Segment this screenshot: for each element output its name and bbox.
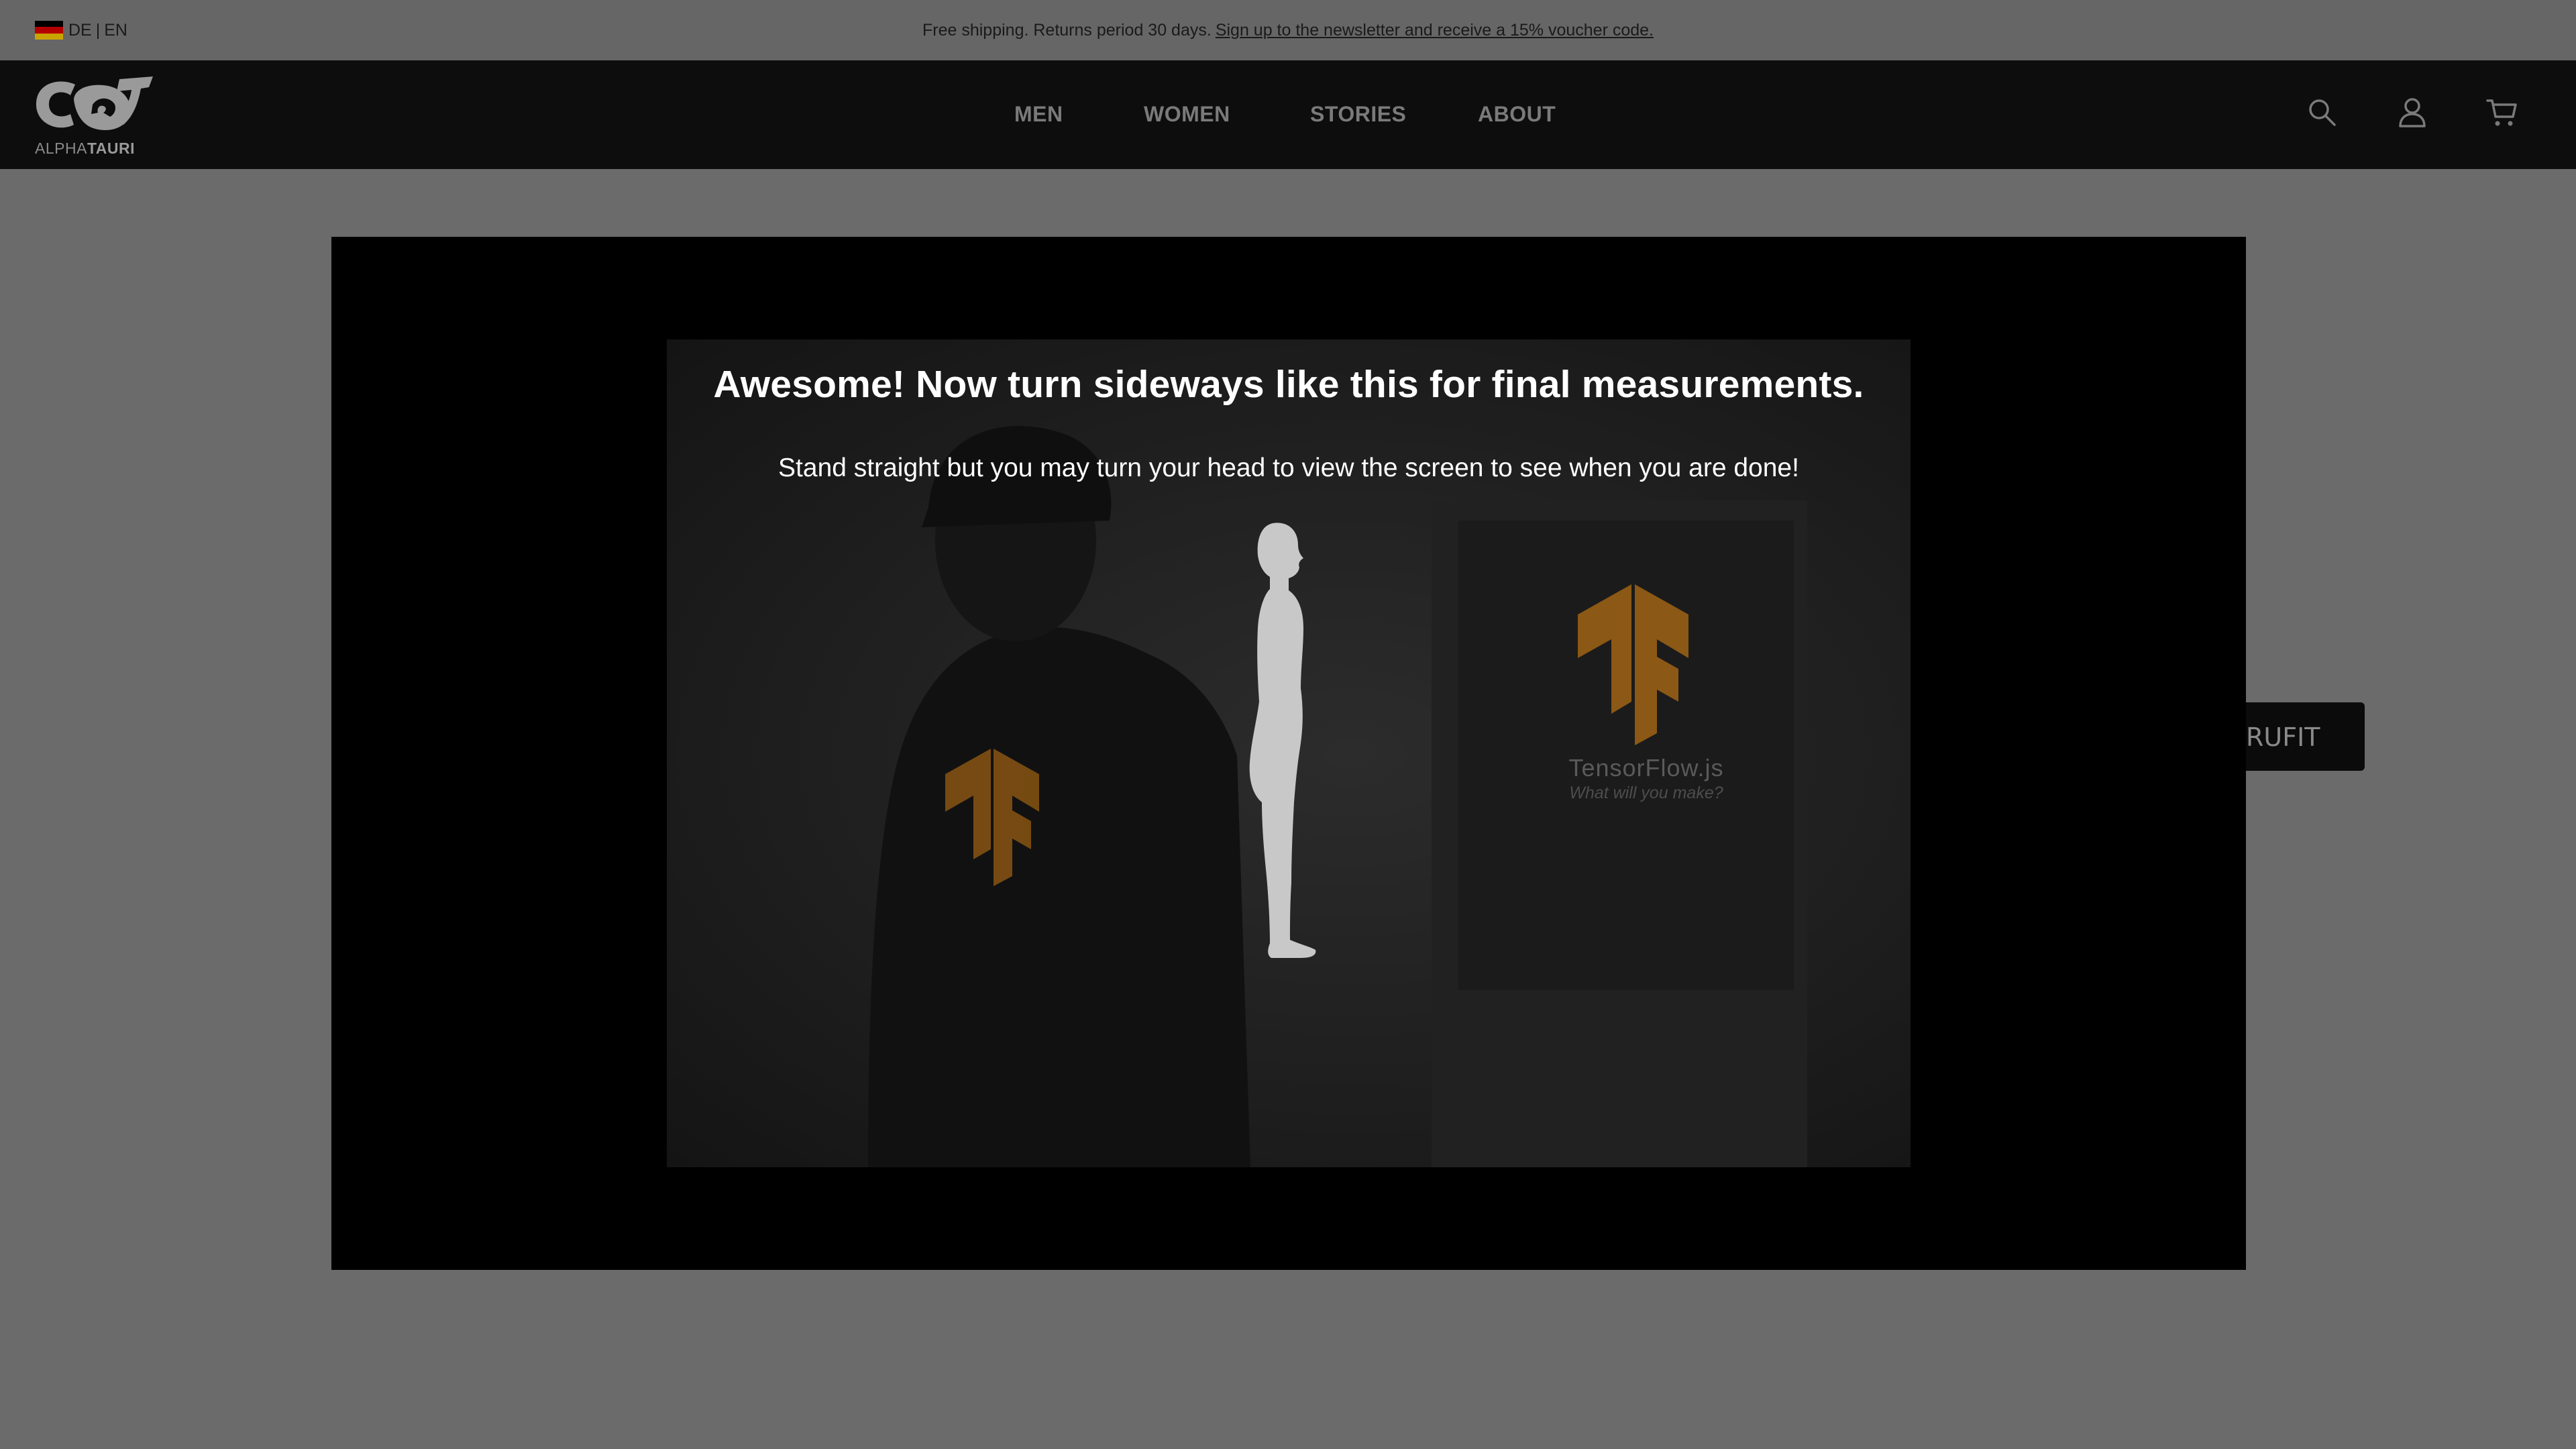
site-header: ALPHATAURI MEN WOMEN STORIES ABOUT	[0, 60, 2576, 169]
promo-text: Free shipping. Returns period 30 days.	[922, 21, 1212, 40]
logo-text-tauri: TAURI	[87, 140, 135, 157]
camera-video-feed: TensorFlow.js What will you make? Awesom…	[667, 339, 1911, 1167]
logo-wordmark: ALPHATAURI	[35, 140, 135, 158]
nav-men[interactable]: MEN	[1014, 102, 1063, 127]
main-navigation: MEN WOMEN STORIES ABOUT	[0, 102, 2576, 136]
nav-stories[interactable]: STORIES	[1310, 102, 1406, 127]
measurement-modal: TensorFlow.js What will you make? Awesom…	[331, 237, 2246, 1270]
find-your-fit-label: RUFIT	[2246, 722, 2320, 752]
tensorflow-shirt-print: TensorFlow.js What will you make?	[1552, 581, 1740, 803]
logo-text-alpha: ALPHA	[35, 140, 87, 157]
instruction-headline: Awesome! Now turn sideways like this for…	[713, 363, 1864, 406]
newsletter-link[interactable]: Sign up to the newsletter and receive a …	[1216, 21, 1654, 40]
announcement-bar: DE | EN Free shipping. Returns period 30…	[0, 0, 2576, 60]
promo-message: Free shipping. Returns period 30 days. Si…	[0, 21, 2576, 40]
tensorflow-brand-text: TensorFlow.js	[1568, 754, 1724, 782]
side-pose-silhouette-icon	[1249, 523, 1316, 958]
cart-icon[interactable]	[2485, 95, 2520, 130]
search-icon[interactable]	[2305, 95, 2340, 130]
instruction-subline: Stand straight but you may turn your hea…	[778, 453, 1799, 482]
account-icon[interactable]	[2395, 95, 2430, 130]
nav-women[interactable]: WOMEN	[1144, 102, 1230, 127]
nav-about[interactable]: ABOUT	[1478, 102, 1556, 127]
tensorflow-tagline-text: What will you make?	[1569, 784, 1723, 802]
